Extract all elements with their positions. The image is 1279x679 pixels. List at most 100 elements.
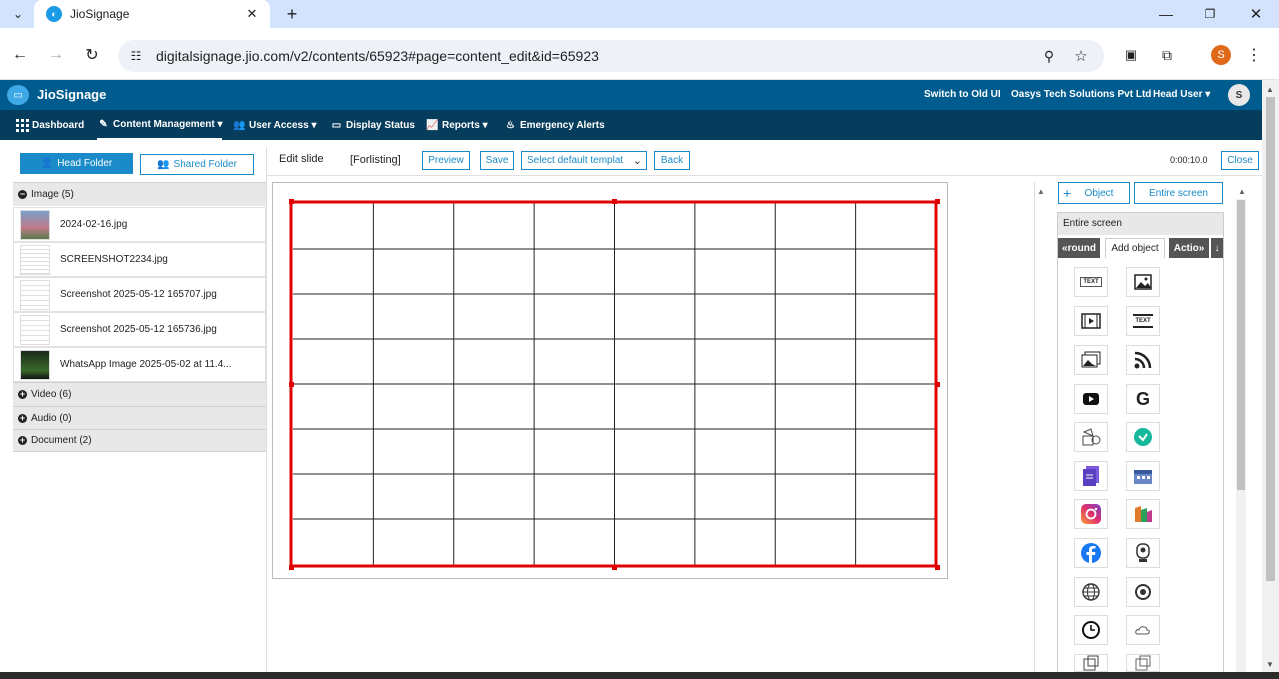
browser-tab[interactable]: ◐ JioSignage ✕ [34,0,270,28]
back-button[interactable]: Back [654,151,690,170]
window-close-icon[interactable]: ✕ [1246,4,1266,24]
plus-icon: + [1063,185,1072,201]
collapse-icon: − [18,189,27,199]
tab-add-object[interactable]: Add object [1105,238,1165,258]
image-thumbnail [20,244,50,275]
scroll-up-icon[interactable]: ▲ [1236,186,1248,196]
file-name: Screenshot 2025-05-12 165736.jpg [60,324,217,335]
shared-folder-button[interactable]: 👥 Shared Folder [140,154,254,175]
nav-label: Reports [442,119,480,131]
template-select[interactable]: Select default templat ⌄ [521,151,647,170]
close-tab-icon[interactable]: ✕ [244,6,260,22]
panel-scroll-thumb[interactable] [1237,200,1245,490]
back-arrow-icon[interactable]: ← [10,46,30,64]
forward-arrow-icon[interactable]: → [46,46,66,64]
scroll-up-icon[interactable]: ▲ [1264,84,1276,94]
widget-icon[interactable] [1074,654,1108,672]
browser-menu-icon[interactable]: ⋮ [1246,46,1262,64]
panel-divider [1034,182,1035,672]
list-item[interactable]: Screenshot 2025-05-12 165736.jpg [13,312,266,347]
weather-icon[interactable] [1126,615,1160,645]
widget2-icon[interactable] [1126,654,1160,672]
resize-handle [289,382,294,387]
facebook-icon[interactable] [1074,538,1108,568]
tab-actions[interactable]: Actio» [1169,238,1209,258]
image-icon[interactable] [1126,267,1160,297]
entire-screen-button[interactable]: Entire screen [1134,182,1223,204]
nav-user-access[interactable]: 👥 User Access ▾ [233,110,316,140]
site-info-icon[interactable]: ☷ [128,48,144,64]
calendar-icon[interactable] [1126,461,1160,491]
user-icon: 👤 [40,158,54,169]
nav-emergency-alerts[interactable]: ♨ Emergency Alerts [504,110,605,140]
folder-image[interactable]: − Image (5) [13,182,266,206]
rss-icon[interactable] [1126,345,1160,375]
head-folder-label: Head Folder [57,158,113,169]
nav-reports[interactable]: 📈 Reports ▾ [426,110,487,140]
text-tool-label: TEXT [1080,277,1102,287]
list-item[interactable]: WhatsApp Image 2025-05-02 at 11.4... [13,347,266,382]
gallery-icon[interactable] [1074,345,1108,375]
address-bar[interactable]: ☷ digitalsignage.jio.com/v2/contents/659… [118,40,1104,72]
nav-dashboard[interactable]: Dashboard [16,110,84,140]
slide-grid[interactable] [288,198,940,570]
resize-handle [935,199,940,204]
object-button[interactable]: + Object [1058,182,1130,204]
webcam-icon[interactable] [1126,538,1160,568]
user-avatar[interactable]: S [1228,84,1250,106]
app-icon[interactable] [1126,422,1160,452]
text-icon[interactable]: TEXT [1074,267,1108,297]
bookmark-star-icon[interactable]: ☆ [1072,47,1090,65]
resize-handle [935,382,940,387]
tab-dropdown-icon[interactable]: ↓ [1211,238,1223,258]
video-icon[interactable] [1074,306,1108,336]
reload-icon[interactable]: ↻ [82,46,102,64]
youtube-icon[interactable] [1074,384,1108,414]
zoom-icon[interactable]: ⚲ [1040,47,1058,65]
ticker-icon[interactable]: TEXT [1126,306,1160,336]
tab-label: round [1067,242,1096,254]
close-button[interactable]: Close [1221,151,1259,170]
page-scroll-thumb[interactable] [1266,97,1275,581]
folder-audio[interactable]: + Audio (0) [13,406,266,429]
folder-document[interactable]: + Document (2) [13,429,266,452]
tab-list-chevron-icon[interactable]: ⌄ [8,5,28,23]
scroll-up-icon[interactable]: ▲ [1035,186,1047,196]
save-button[interactable]: Save [480,151,514,170]
nav-label: Dashboard [32,119,85,131]
tab-background[interactable]: «round [1058,238,1100,258]
record-icon[interactable] [1126,577,1160,607]
restore-icon[interactable]: ❐ [1200,4,1220,24]
gallery-app-icon[interactable] [1126,499,1160,529]
minimize-icon[interactable]: — [1156,4,1176,24]
slide-duration: 0:00:10.0 [1170,155,1208,165]
preview-button[interactable]: Preview [422,151,470,170]
instagram-icon[interactable] [1074,499,1108,529]
nav-display-status[interactable]: ▭ Display Status [330,110,415,140]
switch-old-ui-link[interactable]: Switch to Old UI [924,89,1001,100]
scroll-down-icon[interactable]: ▼ [1264,659,1276,669]
clock-icon[interactable] [1074,615,1108,645]
puzzle-icon[interactable]: ⧉ [1158,46,1176,64]
shapes-icon[interactable] [1074,422,1108,452]
folder-video[interactable]: + Video (6) [13,382,266,406]
app-logo-text: JioSignage [37,87,107,102]
toolbar-divider [267,175,1262,176]
google-icon[interactable]: G [1126,384,1160,414]
new-tab-icon[interactable]: + [282,4,302,24]
head-folder-button[interactable]: 👤 Head Folder [20,153,133,174]
list-item[interactable]: SCREENSHOT2234.jpg [13,242,266,277]
expand-icon: + [18,389,27,399]
extension-icon[interactable]: ▣ [1122,46,1140,64]
profile-avatar[interactable]: S [1211,45,1231,65]
web-icon[interactable] [1074,577,1108,607]
file-name: SCREENSHOT2234.jpg [60,254,168,265]
document-icon[interactable] [1074,461,1108,491]
list-item[interactable]: 2024-02-16.jpg [13,207,266,242]
resize-handle [612,199,617,204]
grid-icon [16,118,29,132]
edit-icon: ✎ [99,118,108,130]
user-role-menu[interactable]: Head User ▾ [1153,89,1210,100]
list-item[interactable]: Screenshot 2025-05-12 165707.jpg [13,277,266,312]
nav-content-management[interactable]: ✎ Content Management ▾ [97,110,223,140]
